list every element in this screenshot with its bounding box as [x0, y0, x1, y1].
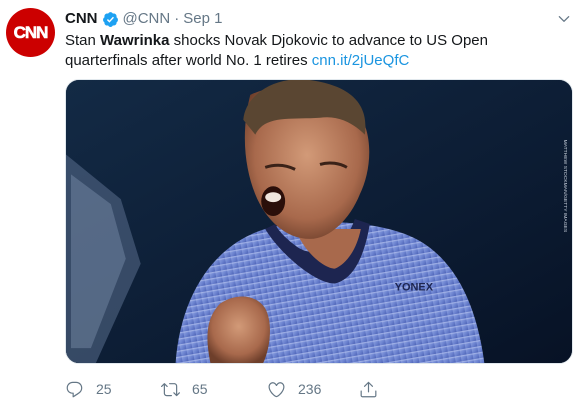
retweet-button[interactable]: 65 — [161, 378, 208, 400]
tweet-text-bold: Wawrinka — [100, 32, 170, 49]
chevron-down-icon[interactable] — [557, 12, 571, 26]
photo-credit: MATTHEW STOCKMAN/GETTY IMAGES — [562, 140, 568, 233]
reply-count: 25 — [96, 381, 112, 397]
share-icon — [360, 381, 377, 397]
author-handle[interactable]: @CNN — [123, 9, 171, 29]
avatar-logo-text: CNN — [14, 23, 49, 42]
tweet-timestamp[interactable]: Sep 1 — [183, 9, 222, 29]
cnn-logo-icon: CNN — [13, 23, 49, 43]
tweet-card[interactable]: CNN CNN @CNN · Sep 1 Stan Wawrinka shock… — [0, 0, 583, 407]
separator-dot: · — [174, 10, 180, 27]
reply-button[interactable]: 25 — [65, 378, 112, 400]
shirt-logo: YONEX — [395, 282, 434, 294]
like-count: 236 — [298, 381, 322, 397]
tweet-actions: 25 65 236 — [65, 378, 573, 400]
tweet-link[interactable]: cnn.it/2jUeQfC — [312, 52, 410, 69]
heart-icon — [268, 381, 285, 397]
tweet-text-start: Stan — [65, 32, 101, 49]
retweet-icon — [161, 382, 180, 396]
media-photo: YONEX MATTHEW STOCKMAN/GETTY IMAGES — [66, 80, 572, 363]
tweet-header: CNN @CNN · Sep 1 — [65, 9, 222, 29]
verified-badge-icon — [102, 11, 118, 27]
reply-icon — [66, 381, 83, 397]
tweet-media-image[interactable]: YONEX MATTHEW STOCKMAN/GETTY IMAGES — [65, 79, 573, 364]
like-button[interactable]: 236 — [267, 378, 321, 400]
share-button[interactable] — [359, 378, 378, 400]
retweet-count: 65 — [192, 381, 208, 397]
tweet-text: Stan Wawrinka shocks Novak Djokovic to a… — [65, 31, 570, 71]
author-name[interactable]: CNN — [65, 9, 98, 29]
avatar[interactable]: CNN — [6, 8, 55, 57]
